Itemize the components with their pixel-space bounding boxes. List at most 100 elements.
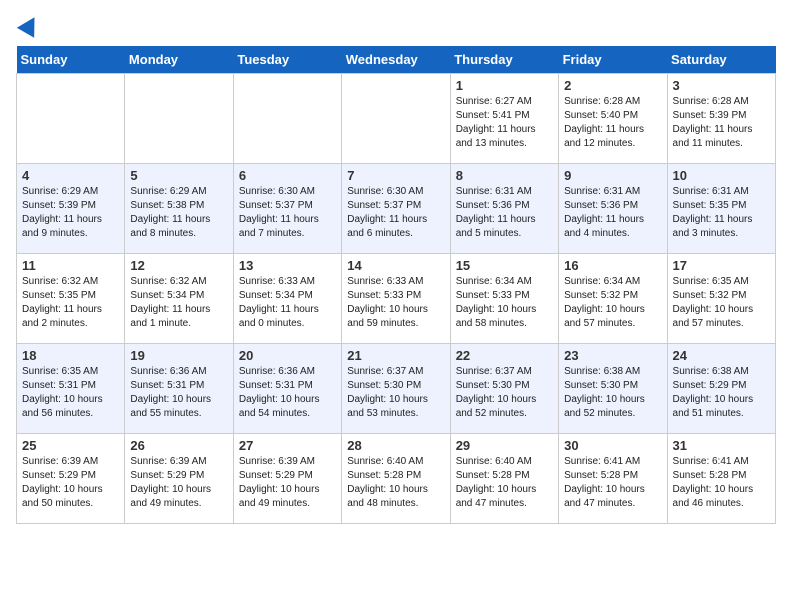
day-number: 13 (239, 258, 336, 273)
day-info: Sunrise: 6:37 AM Sunset: 5:30 PM Dayligh… (347, 365, 444, 421)
calendar-cell: 13 Sunrise: 6:33 AM Sunset: 5:34 PM Dayli… (233, 254, 341, 344)
day-info: Sunrise: 6:34 AM Sunset: 5:33 PM Dayligh… (456, 275, 553, 331)
day-number: 12 (130, 258, 227, 273)
calendar-week-row: 4Sunrise: 6:29 AM Sunset: 5:39 PM Daylig… (17, 164, 776, 254)
calendar-cell: 31 Sunrise: 6:41 AM Sunset: 5:28 PM Dayli… (667, 434, 775, 524)
calendar-week-row: 11Sunrise: 6:32 AM Sunset: 5:35 PM Dayli… (17, 254, 776, 344)
day-number: 24 (673, 348, 770, 363)
day-number: 10 (673, 168, 770, 183)
calendar-cell: 2 Sunrise: 6:28 AM Sunset: 5:40 PM Daylig… (559, 74, 667, 164)
calendar-cell: 22Sunrise: 6:37 AM Sunset: 5:30 PM Dayli… (450, 344, 558, 434)
calendar-table: SundayMondayTuesdayWednesdayThursdayFrid… (16, 46, 776, 524)
day-number: 5 (130, 168, 227, 183)
day-info: Sunrise: 6:37 AM Sunset: 5:30 PM Dayligh… (456, 365, 553, 421)
day-number: 3 (673, 78, 770, 93)
calendar-week-row: 18 Sunrise: 6:35 AM Sunset: 5:31 PM Dayli… (17, 344, 776, 434)
day-info: Sunrise: 6:41 AM Sunset: 5:28 PM Dayligh… (564, 455, 661, 511)
calendar-cell (342, 74, 450, 164)
day-info: Sunrise: 6:40 AM Sunset: 5:28 PM Dayligh… (347, 455, 444, 511)
day-number: 25 (22, 438, 119, 453)
day-number: 11 (22, 258, 119, 273)
day-info: Sunrise: 6:29 AM Sunset: 5:38 PM Dayligh… (130, 185, 227, 241)
calendar-cell (233, 74, 341, 164)
calendar-cell: 30 Sunrise: 6:41 AM Sunset: 5:28 PM Dayli… (559, 434, 667, 524)
page-header (16, 16, 776, 36)
calendar-cell: 15 Sunrise: 6:34 AM Sunset: 5:33 PM Dayli… (450, 254, 558, 344)
day-info: Sunrise: 6:31 AM Sunset: 5:36 PM Dayligh… (564, 185, 661, 241)
day-number: 23 (564, 348, 661, 363)
day-number: 18 (22, 348, 119, 363)
day-number: 2 (564, 78, 661, 93)
calendar-cell: 19 Sunrise: 6:36 AM Sunset: 5:31 PM Dayli… (125, 344, 233, 434)
calendar-cell: 21 Sunrise: 6:37 AM Sunset: 5:30 PM Dayli… (342, 344, 450, 434)
day-info: Sunrise: 6:36 AM Sunset: 5:31 PM Dayligh… (130, 365, 227, 421)
header-saturday: Saturday (667, 46, 775, 74)
day-number: 1 (456, 78, 553, 93)
day-info: Sunrise: 6:38 AM Sunset: 5:29 PM Dayligh… (673, 365, 770, 421)
day-info: Sunrise: 6:29 AM Sunset: 5:39 PM Dayligh… (22, 185, 119, 241)
day-info: Sunrise: 6:30 AM Sunset: 5:37 PM Dayligh… (239, 185, 336, 241)
day-number: 30 (564, 438, 661, 453)
calendar-cell: 4Sunrise: 6:29 AM Sunset: 5:39 PM Daylig… (17, 164, 125, 254)
day-info: Sunrise: 6:28 AM Sunset: 5:40 PM Dayligh… (564, 95, 661, 151)
calendar-cell: 17 Sunrise: 6:35 AM Sunset: 5:32 PM Dayli… (667, 254, 775, 344)
calendar-cell: 1 Sunrise: 6:27 AM Sunset: 5:41 PM Daylig… (450, 74, 558, 164)
day-info: Sunrise: 6:34 AM Sunset: 5:32 PM Dayligh… (564, 275, 661, 331)
day-number: 31 (673, 438, 770, 453)
day-number: 27 (239, 438, 336, 453)
calendar-cell: 23Sunrise: 6:38 AM Sunset: 5:30 PM Dayli… (559, 344, 667, 434)
calendar-cell: 7 Sunrise: 6:30 AM Sunset: 5:37 PM Daylig… (342, 164, 450, 254)
header-friday: Friday (559, 46, 667, 74)
day-number: 29 (456, 438, 553, 453)
header-monday: Monday (125, 46, 233, 74)
day-info: Sunrise: 6:39 AM Sunset: 5:29 PM Dayligh… (130, 455, 227, 511)
day-number: 15 (456, 258, 553, 273)
day-info: Sunrise: 6:36 AM Sunset: 5:31 PM Dayligh… (239, 365, 336, 421)
header-wednesday: Wednesday (342, 46, 450, 74)
calendar-cell: 10 Sunrise: 6:31 AM Sunset: 5:35 PM Dayli… (667, 164, 775, 254)
day-info: Sunrise: 6:30 AM Sunset: 5:37 PM Dayligh… (347, 185, 444, 241)
calendar-cell: 14 Sunrise: 6:33 AM Sunset: 5:33 PM Dayli… (342, 254, 450, 344)
calendar-cell: 28 Sunrise: 6:40 AM Sunset: 5:28 PM Dayli… (342, 434, 450, 524)
day-number: 16 (564, 258, 661, 273)
header-tuesday: Tuesday (233, 46, 341, 74)
calendar-cell: 9 Sunrise: 6:31 AM Sunset: 5:36 PM Daylig… (559, 164, 667, 254)
calendar-cell (125, 74, 233, 164)
day-number: 26 (130, 438, 227, 453)
day-info: Sunrise: 6:40 AM Sunset: 5:28 PM Dayligh… (456, 455, 553, 511)
calendar-cell: 11Sunrise: 6:32 AM Sunset: 5:35 PM Dayli… (17, 254, 125, 344)
calendar-cell: 26 Sunrise: 6:39 AM Sunset: 5:29 PM Dayli… (125, 434, 233, 524)
day-number: 28 (347, 438, 444, 453)
day-info: Sunrise: 6:27 AM Sunset: 5:41 PM Dayligh… (456, 95, 553, 151)
day-info: Sunrise: 6:35 AM Sunset: 5:31 PM Dayligh… (22, 365, 119, 421)
logo (16, 16, 40, 36)
day-number: 6 (239, 168, 336, 183)
calendar-cell: 12 Sunrise: 6:32 AM Sunset: 5:34 PM Dayli… (125, 254, 233, 344)
calendar-cell: 3Sunrise: 6:28 AM Sunset: 5:39 PM Daylig… (667, 74, 775, 164)
calendar-cell: 29 Sunrise: 6:40 AM Sunset: 5:28 PM Dayli… (450, 434, 558, 524)
day-info: Sunrise: 6:35 AM Sunset: 5:32 PM Dayligh… (673, 275, 770, 331)
header-thursday: Thursday (450, 46, 558, 74)
calendar-cell: 16 Sunrise: 6:34 AM Sunset: 5:32 PM Dayli… (559, 254, 667, 344)
day-number: 7 (347, 168, 444, 183)
calendar-cell: 20 Sunrise: 6:36 AM Sunset: 5:31 PM Dayli… (233, 344, 341, 434)
calendar-cell: 8Sunrise: 6:31 AM Sunset: 5:36 PM Daylig… (450, 164, 558, 254)
day-info: Sunrise: 6:39 AM Sunset: 5:29 PM Dayligh… (22, 455, 119, 511)
day-info: Sunrise: 6:31 AM Sunset: 5:35 PM Dayligh… (673, 185, 770, 241)
day-number: 14 (347, 258, 444, 273)
day-info: Sunrise: 6:39 AM Sunset: 5:29 PM Dayligh… (239, 455, 336, 511)
day-number: 20 (239, 348, 336, 363)
calendar-cell: 6 Sunrise: 6:30 AM Sunset: 5:37 PM Daylig… (233, 164, 341, 254)
day-number: 17 (673, 258, 770, 273)
calendar-cell: 24 Sunrise: 6:38 AM Sunset: 5:29 PM Dayli… (667, 344, 775, 434)
calendar-cell: 27 Sunrise: 6:39 AM Sunset: 5:29 PM Dayli… (233, 434, 341, 524)
day-info: Sunrise: 6:41 AM Sunset: 5:28 PM Dayligh… (673, 455, 770, 511)
calendar-cell (17, 74, 125, 164)
day-info: Sunrise: 6:33 AM Sunset: 5:33 PM Dayligh… (347, 275, 444, 331)
day-number: 9 (564, 168, 661, 183)
day-info: Sunrise: 6:32 AM Sunset: 5:34 PM Dayligh… (130, 275, 227, 331)
day-number: 21 (347, 348, 444, 363)
day-info: Sunrise: 6:33 AM Sunset: 5:34 PM Dayligh… (239, 275, 336, 331)
calendar-cell: 5 Sunrise: 6:29 AM Sunset: 5:38 PM Daylig… (125, 164, 233, 254)
day-number: 19 (130, 348, 227, 363)
